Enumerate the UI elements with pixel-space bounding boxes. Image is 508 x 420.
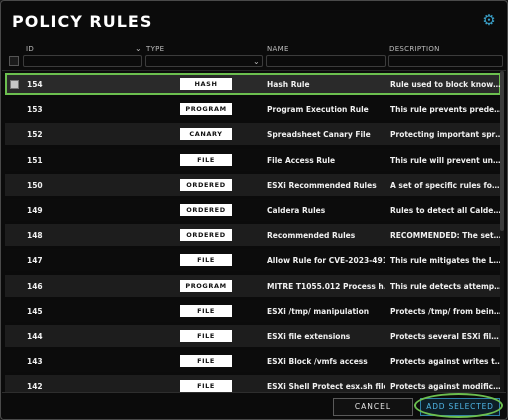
rule-type-badge: FILE bbox=[180, 254, 232, 267]
table-row[interactable]: 150 ORDERED ESXi Recommended Rules A set of… bbox=[5, 173, 503, 196]
rule-description: Protects against writes to /v... bbox=[390, 357, 503, 367]
rule-id: 144 bbox=[27, 332, 43, 341]
description-filter-input[interactable] bbox=[388, 55, 503, 67]
rule-name: MITRE T1055.012 Process h... bbox=[267, 281, 385, 291]
rule-name: ESXi file extensions bbox=[267, 332, 351, 341]
rule-id: 145 bbox=[27, 306, 43, 316]
name-filter-input[interactable] bbox=[266, 55, 386, 67]
rule-name: Program Execution Rule bbox=[267, 105, 369, 115]
rule-name: Caldera Rules bbox=[267, 206, 326, 215]
rule-description: Rules to detect all Caldera Li... bbox=[390, 206, 503, 215]
rule-name: Allow Rule for CVE-2023-4911 bbox=[267, 256, 385, 266]
rule-type-badge: HASH bbox=[180, 78, 232, 90]
rule-type-badge: ORDERED bbox=[180, 178, 232, 191]
rule-type-badge: FILE bbox=[180, 380, 232, 393]
select-all-checkbox[interactable] bbox=[9, 56, 19, 66]
table-row[interactable]: 151 FILE File Access Rule This rule will pr… bbox=[5, 148, 503, 171]
type-filter-select[interactable] bbox=[145, 55, 263, 67]
rule-description: This rule mitigates the Loon... bbox=[390, 256, 503, 266]
rule-id: 146 bbox=[27, 281, 43, 291]
table-row[interactable]: 145 FILE ESXi /tmp/ manipulation Protects /… bbox=[5, 299, 503, 322]
rule-name: ESXi Block /vmfs access bbox=[267, 357, 368, 367]
table-row[interactable]: 148 ORDERED Recommended Rules RECOMMENDED: … bbox=[5, 224, 503, 247]
dialog-title: POLICY RULES bbox=[12, 12, 153, 31]
rule-id: 151 bbox=[27, 155, 43, 165]
table-row[interactable]: 152 CANARY Spreadsheet Canary File Protecti… bbox=[5, 123, 503, 146]
rule-id: 154 bbox=[27, 80, 43, 89]
table-row[interactable]: 146 PROGRAM MITRE T1055.012 Process h... Th… bbox=[5, 274, 503, 297]
rule-description: This rule detects attempts t... bbox=[390, 281, 503, 291]
table-row[interactable]: 147 FILE Allow Rule for CVE-2023-4911 This … bbox=[5, 249, 503, 272]
rule-type-badge: PROGRAM bbox=[180, 103, 232, 116]
rule-id: 153 bbox=[27, 105, 43, 115]
rule-description: RECOMMENDED: The set of ... bbox=[390, 231, 503, 241]
rule-name: ESXi Recommended Rules bbox=[267, 180, 377, 190]
rule-description: A set of specific rules for pro... bbox=[390, 180, 503, 190]
table-row[interactable]: 149 ORDERED Caldera Rules Rules to detect a… bbox=[5, 199, 503, 221]
scrollbar-thumb[interactable] bbox=[500, 71, 504, 231]
rule-id: 150 bbox=[27, 180, 43, 190]
column-header-name[interactable]: NAME bbox=[267, 45, 289, 53]
cancel-button[interactable]: CANCEL bbox=[333, 398, 413, 416]
rule-name: ESXi /tmp/ manipulation bbox=[267, 306, 370, 316]
rule-id: 148 bbox=[27, 231, 43, 241]
rule-name: Recommended Rules bbox=[267, 231, 356, 241]
rule-name: Spreadsheet Canary File bbox=[267, 130, 371, 140]
rule-type-badge: CANARY bbox=[180, 128, 232, 141]
rule-type-badge: FILE bbox=[180, 304, 232, 317]
rule-description: Protects /tmp/ from being m... bbox=[390, 306, 503, 316]
rule-description: Protects against modificatio... bbox=[390, 382, 503, 392]
rule-type-badge: FILE bbox=[180, 153, 232, 166]
rule-type-badge: PROGRAM bbox=[180, 279, 232, 292]
rule-id: 143 bbox=[27, 357, 43, 367]
rule-description: Rule used to block known m... bbox=[390, 80, 503, 89]
rule-id: 142 bbox=[27, 382, 43, 392]
column-header-id[interactable]: ID bbox=[26, 45, 34, 53]
chevron-down-icon[interactable]: ⌄ bbox=[135, 44, 142, 53]
table-row[interactable]: 144 FILE ESXi file extensions Protects seve… bbox=[5, 325, 503, 347]
policy-rules-dialog: POLICY RULES ⚙ ID ⌄ TYPE NAME DESCRIPTIO… bbox=[0, 0, 508, 420]
rule-id: 152 bbox=[27, 130, 43, 140]
id-filter-input[interactable] bbox=[23, 55, 142, 67]
table-row[interactable]: 154 HASH Hash Rule Rule used to block known… bbox=[5, 73, 503, 95]
add-selected-button[interactable]: ADD SELECTED bbox=[420, 398, 500, 416]
rule-type-badge: ORDERED bbox=[180, 229, 232, 242]
rule-description: Protects several ESXi filetyp... bbox=[390, 332, 503, 341]
rule-description: This rule prevents predeter... bbox=[390, 105, 503, 115]
row-checkbox[interactable] bbox=[10, 80, 19, 89]
gear-icon[interactable]: ⚙ bbox=[481, 12, 497, 28]
rule-id: 147 bbox=[27, 256, 43, 266]
rule-description: This rule will prevent unaut... bbox=[390, 155, 503, 165]
rule-id: 149 bbox=[27, 206, 43, 215]
table-row[interactable]: 153 PROGRAM Program Execution Rule This rul… bbox=[5, 98, 503, 121]
column-header-description[interactable]: DESCRIPTION bbox=[389, 45, 440, 53]
header-divider bbox=[2, 70, 506, 71]
chevron-down-icon[interactable]: ⌄ bbox=[253, 57, 260, 66]
table-row[interactable]: 143 FILE ESXi Block /vmfs access Protects a… bbox=[5, 350, 503, 373]
rule-type-badge: FILE bbox=[180, 330, 232, 342]
column-header-type[interactable]: TYPE bbox=[146, 45, 164, 53]
rule-name: Hash Rule bbox=[267, 80, 310, 89]
rule-name: File Access Rule bbox=[267, 155, 336, 165]
rule-name: ESXi Shell Protect esx.sh files bbox=[267, 382, 385, 392]
rule-type-badge: ORDERED bbox=[180, 204, 232, 216]
rule-type-badge: FILE bbox=[180, 355, 232, 368]
rule-description: Protecting important sprea... bbox=[390, 130, 503, 140]
